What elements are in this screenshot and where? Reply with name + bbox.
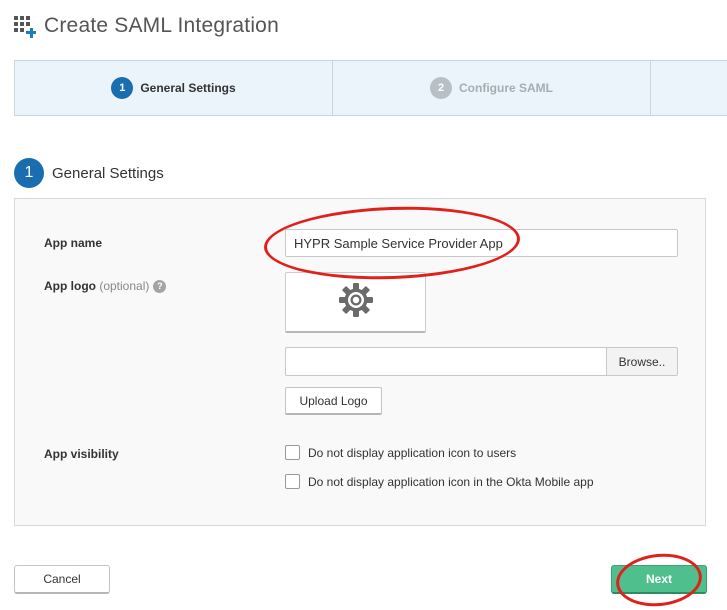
grid-add-icon — [14, 16, 36, 38]
step-number-badge: 2 — [430, 77, 452, 99]
step-number-badge: 1 — [111, 77, 134, 99]
checkbox-label: Do not display application icon to users — [308, 445, 517, 460]
section-heading: 1 General Settings — [14, 158, 164, 188]
step-label: Configure SAML — [459, 81, 553, 95]
cancel-button[interactable]: Cancel — [14, 565, 110, 594]
optional-text: (optional) — [99, 279, 150, 293]
wizard-step-general-settings[interactable]: 1 General Settings — [15, 61, 333, 115]
checkbox-label: Do not display application icon in the O… — [308, 474, 594, 489]
app-name-label: App name — [44, 236, 103, 250]
hide-icon-users-checkbox[interactable] — [285, 445, 300, 460]
wizard-steps: 1 General Settings 2 Configure SAML — [14, 60, 727, 116]
app-logo-label: App logo (optional)? — [44, 279, 167, 293]
logo-file-path-field[interactable] — [285, 347, 607, 376]
section-title: General Settings — [52, 164, 164, 182]
section-number-badge: 1 — [14, 158, 44, 188]
step-label: General Settings — [140, 81, 236, 95]
browse-button[interactable]: Browse.. — [606, 347, 678, 376]
page-title: Create SAML Integration — [44, 14, 279, 37]
app-logo-label-text: App logo — [44, 279, 96, 293]
wizard-step-next — [651, 61, 727, 115]
gear-icon — [338, 282, 374, 323]
page-header: Create SAML Integration — [14, 10, 279, 42]
next-button[interactable]: Next — [611, 565, 707, 594]
upload-logo-button[interactable]: Upload Logo — [285, 387, 382, 415]
hide-icon-users-option[interactable]: Do not display application icon to users — [285, 445, 516, 460]
app-visibility-label: App visibility — [44, 447, 119, 461]
hide-icon-mobile-option[interactable]: Do not display application icon in the O… — [285, 474, 594, 489]
app-logo-preview — [285, 272, 426, 333]
help-icon[interactable]: ? — [153, 279, 167, 293]
hide-icon-mobile-checkbox[interactable] — [285, 474, 300, 489]
app-name-input[interactable] — [285, 229, 678, 257]
general-settings-form: App name App logo (optional)? — [14, 198, 706, 526]
wizard-step-configure-saml[interactable]: 2 Configure SAML — [333, 61, 651, 115]
